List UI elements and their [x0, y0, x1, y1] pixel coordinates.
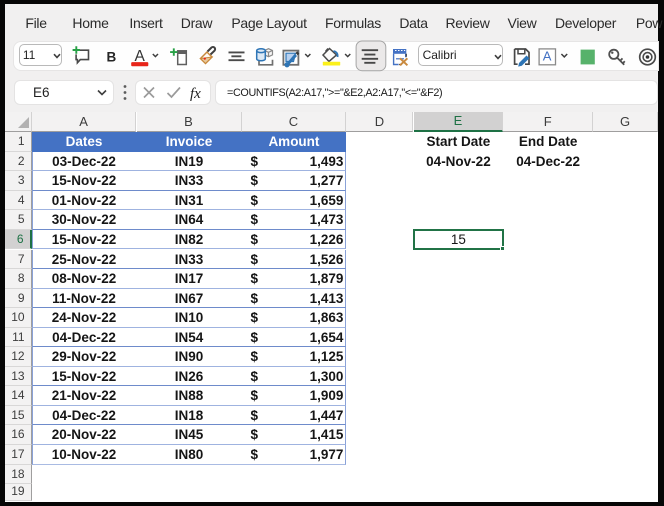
svg-text:fx: fx [190, 86, 201, 102]
svg-text:A: A [543, 49, 552, 64]
svg-text:B: B [107, 50, 117, 65]
